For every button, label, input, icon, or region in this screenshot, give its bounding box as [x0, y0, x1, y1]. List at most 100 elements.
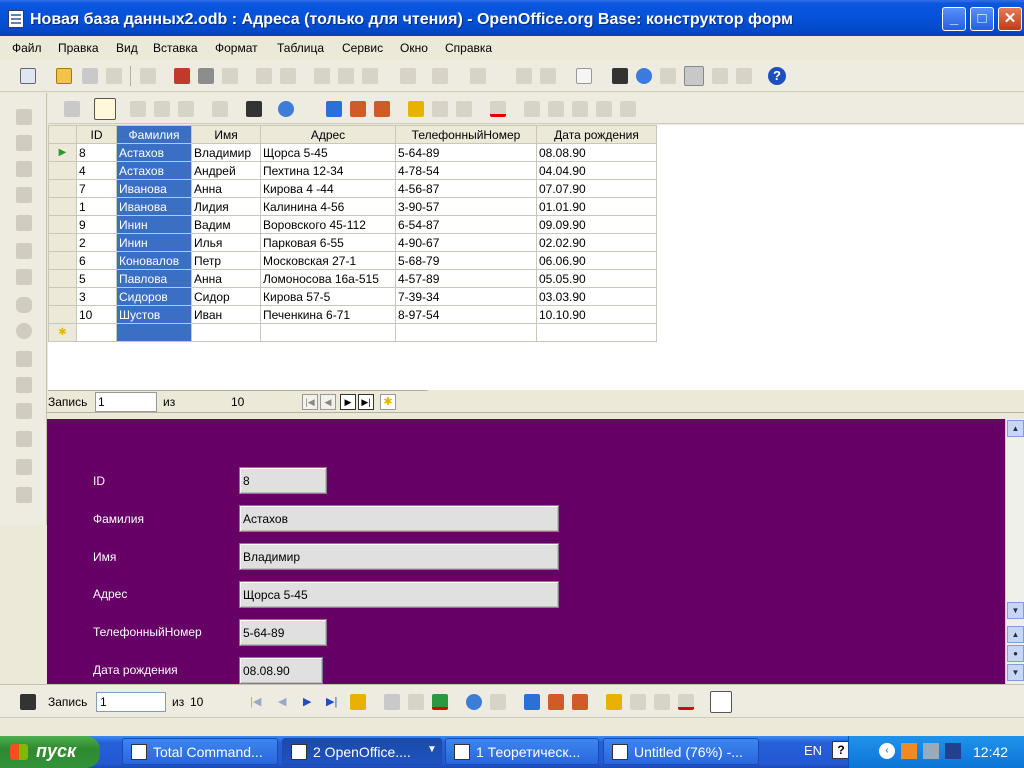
col-header-birthdate[interactable]: Дата рождения — [536, 125, 657, 144]
list-box-icon[interactable] — [16, 351, 32, 367]
record-number-field[interactable]: 1 — [95, 392, 157, 412]
remove-filter-icon[interactable] — [678, 694, 694, 710]
menu-window[interactable]: Окно — [400, 41, 428, 55]
zoom-icon[interactable] — [736, 68, 752, 84]
apply-filter-icon[interactable] — [432, 101, 448, 117]
cell-address[interactable]: Московская 27-1 — [260, 251, 396, 270]
task-total-commander[interactable]: Total Command... — [122, 738, 278, 765]
start-button[interactable]: пуск — [0, 736, 100, 768]
cell-phone[interactable]: 8-97-54 — [395, 305, 537, 324]
refresh-icon[interactable] — [278, 101, 294, 117]
cell-name[interactable]: Иван — [191, 305, 261, 324]
apply-filter-icon[interactable] — [630, 694, 646, 710]
first-record-icon[interactable]: |◀ — [302, 394, 318, 410]
cell-surname[interactable]: Иванова — [116, 197, 192, 216]
data-source-icon[interactable] — [596, 101, 612, 117]
data-to-text-icon[interactable] — [524, 101, 540, 117]
cut-icon[interactable] — [130, 101, 146, 117]
table-row[interactable]: 6 Коновалов Петр Московская 27-1 5-68-79 06.0… — [48, 251, 657, 270]
scroll-up-icon[interactable]: ▲ — [1007, 420, 1024, 437]
copy-icon[interactable] — [338, 68, 354, 84]
scroll-down-icon[interactable]: ▼ — [1007, 602, 1024, 619]
table-row[interactable]: 3 Сидоров Сидор Кирова 57-5 7-39-34 03.03.90 — [48, 287, 657, 306]
cell-address[interactable]: Кирова 4 -44 — [260, 179, 396, 198]
label-field-icon[interactable] — [16, 403, 32, 419]
table-row[interactable]: 10 Шустов Иван Печенкина 6-71 8-97-54 10.10.9… — [48, 305, 657, 324]
empty-cell[interactable] — [76, 323, 117, 342]
cell-id[interactable]: 7 — [76, 179, 117, 198]
cell-surname[interactable]: Астахов — [116, 161, 192, 180]
cell-birthdate[interactable]: 03.03.90 — [536, 287, 657, 306]
table-icon[interactable] — [540, 68, 556, 84]
form-design-icon[interactable] — [16, 459, 32, 475]
table-row[interactable]: 7 Иванова Анна Кирова 4 -44 4-56-87 07.07.90 — [48, 179, 657, 198]
cell-id[interactable]: 10 — [76, 305, 117, 324]
field-input-address[interactable]: Щорса 5-45 — [239, 581, 559, 608]
autofilter-icon[interactable] — [606, 694, 622, 710]
close-button[interactable]: ✕ — [998, 7, 1022, 31]
field-input-birthdate[interactable]: 08.08.90 — [239, 657, 323, 684]
find-binoculars-icon[interactable] — [20, 694, 36, 710]
next-record-icon[interactable]: ▶ — [303, 695, 311, 708]
autospellcheck-icon[interactable] — [280, 68, 296, 84]
minimize-button[interactable]: _ — [942, 7, 966, 31]
save-icon[interactable] — [82, 68, 98, 84]
table-row[interactable]: 5 Павлова Анна Ломоносова 16а-515 4-57-89 05.… — [48, 269, 657, 288]
page-down-icon[interactable]: ▼ — [1007, 664, 1024, 681]
new-record-icon[interactable]: ✱ — [380, 394, 396, 410]
textbox-icon[interactable] — [16, 243, 32, 259]
hyperlink-icon[interactable] — [516, 68, 532, 84]
cell-name[interactable]: Петр — [191, 251, 261, 270]
open-folder-icon[interactable] — [56, 68, 72, 84]
cell-birthdate[interactable]: 06.06.90 — [536, 251, 657, 270]
formatted-field-icon[interactable] — [16, 269, 32, 285]
row-header[interactable] — [48, 161, 77, 180]
print-preview-icon[interactable] — [222, 68, 238, 84]
cell-birthdate[interactable]: 09.09.90 — [536, 215, 657, 234]
table-row[interactable]: 1 Иванова Лидия Калинина 4-56 3-90-57 01.01.9… — [48, 197, 657, 216]
control-properties-icon[interactable] — [16, 161, 32, 177]
sort-descending-icon[interactable] — [572, 694, 588, 710]
form-record-field[interactable]: 1 — [96, 692, 166, 712]
data-sources-icon[interactable] — [684, 66, 704, 86]
row-header[interactable] — [48, 251, 77, 270]
draw-functions-icon[interactable] — [576, 68, 592, 84]
cell-phone[interactable]: 5-68-79 — [395, 251, 537, 270]
email-icon[interactable] — [106, 68, 122, 84]
cell-phone[interactable]: 4-90-67 — [395, 233, 537, 252]
sort-icon[interactable] — [326, 101, 342, 117]
task-image-editor[interactable]: Untitled (76%) -... — [603, 738, 759, 765]
cell-surname[interactable]: Сидоров — [116, 287, 192, 306]
wizards-icon[interactable] — [16, 487, 32, 503]
cell-id[interactable]: 1 — [76, 197, 117, 216]
menu-table[interactable]: Таблица — [277, 41, 324, 55]
cell-birthdate[interactable]: 10.10.90 — [536, 305, 657, 324]
find-record-icon[interactable] — [246, 101, 262, 117]
save-record-icon[interactable] — [64, 101, 80, 117]
undo-record-icon[interactable] — [212, 101, 228, 117]
find-binoculars-icon[interactable] — [612, 68, 628, 84]
cell-name[interactable]: Илья — [191, 233, 261, 252]
cell-birthdate[interactable]: 05.05.90 — [536, 269, 657, 288]
standard-filter-icon[interactable] — [456, 101, 472, 117]
undo-icon[interactable] — [432, 68, 448, 84]
col-header-name[interactable]: Имя — [191, 125, 261, 144]
refresh-control-icon[interactable] — [490, 694, 506, 710]
menu-edit[interactable]: Правка — [58, 41, 99, 55]
cell-phone[interactable]: 7-39-34 — [395, 287, 537, 306]
paste-icon[interactable] — [362, 68, 378, 84]
cell-address[interactable]: Ломоносова 16а-515 — [260, 269, 396, 288]
checkbox-icon[interactable] — [16, 215, 32, 231]
cell-id[interactable]: 3 — [76, 287, 117, 306]
cell-phone[interactable]: 4-78-54 — [395, 161, 537, 180]
cell-address[interactable]: Воровского 45-112 — [260, 215, 396, 234]
col-header-id[interactable]: ID — [76, 125, 117, 144]
new-document-icon[interactable] — [20, 68, 36, 84]
option-button-icon[interactable] — [16, 323, 32, 339]
cell-surname[interactable]: Инин — [116, 233, 192, 252]
group-dropdown-icon[interactable]: ▼ — [427, 744, 437, 755]
clock[interactable]: 12:42 — [973, 744, 1008, 760]
cell-birthdate[interactable]: 04.04.90 — [536, 161, 657, 180]
new-record-icon[interactable] — [350, 694, 366, 710]
menu-format[interactable]: Формат — [215, 41, 258, 55]
